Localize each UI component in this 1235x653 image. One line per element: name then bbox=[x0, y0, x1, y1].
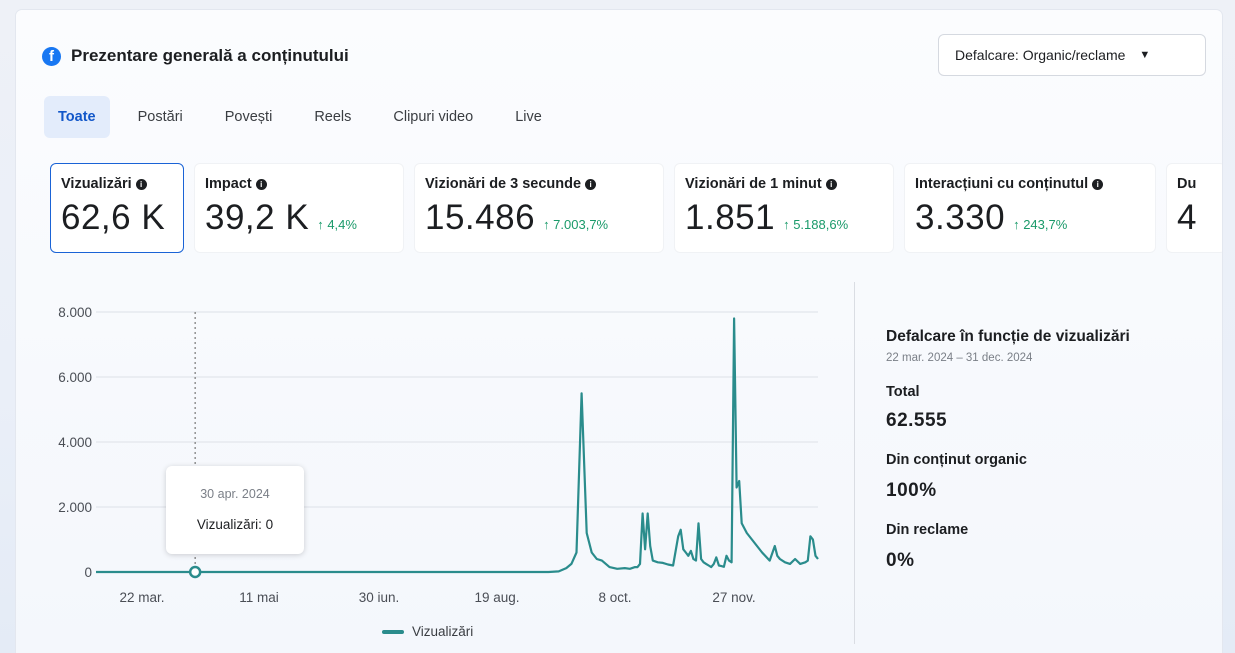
y-tick-label: 6.000 bbox=[58, 370, 92, 385]
metric-label: Interacțiuni cu conținutul bbox=[915, 176, 1089, 192]
metric-card-3s-views[interactable]: Vizionări de 3 secunde i 15.486 ↑ 7.003,7% bbox=[414, 163, 664, 253]
total-value: 62.555 bbox=[886, 410, 948, 431]
ads-value: 0% bbox=[886, 550, 915, 571]
views-line-chart: 8.000 6.000 4.000 2.000 0 22 mar. 11 mai 30 iun… bbox=[58, 305, 819, 605]
date-range: 22 mar. 2024 – 31 dec. 2024 bbox=[886, 352, 1033, 364]
metric-value: 39,2 K bbox=[205, 198, 310, 237]
info-icon[interactable]: i bbox=[825, 179, 837, 190]
chart-legend: Vizualizări bbox=[382, 624, 473, 639]
y-tick-label: 2.000 bbox=[58, 500, 92, 515]
caret-down-icon: ▼ bbox=[1139, 49, 1151, 61]
metric-label: Vizionări de 1 minut bbox=[685, 176, 822, 192]
legend-swatch bbox=[382, 629, 404, 634]
y-tick-label: 4.000 bbox=[58, 435, 92, 450]
metric-value: 15.486 bbox=[425, 198, 536, 237]
metric-label: Impact bbox=[205, 176, 252, 192]
x-tick-label: 11 mai bbox=[239, 590, 279, 605]
total-label: Total bbox=[886, 384, 920, 400]
x-tick-label: 30 iun. bbox=[359, 590, 400, 605]
ads-label: Din reclame bbox=[886, 522, 969, 538]
tab-live[interactable]: Live bbox=[501, 96, 556, 138]
breakdown-panel: Defalcare în funcție de vizualizări 22 m… bbox=[886, 328, 1216, 572]
metric-card-truncated[interactable]: Du 4 bbox=[1166, 163, 1222, 253]
metric-card-interactions[interactable]: Interacțiuni cu conținutul i 3.330 ↑ 243,7… bbox=[904, 163, 1156, 253]
metrics-row: Vizualizări i 62,6 K Impact i 39,2 K ↑ 4,4%… bbox=[50, 163, 1222, 253]
legend-label: Vizualizări bbox=[412, 624, 474, 639]
metric-card-views[interactable]: Vizualizări i 62,6 K bbox=[50, 163, 184, 253]
tab-videos[interactable]: Clipuri video bbox=[379, 96, 487, 138]
metric-value: 4 bbox=[1177, 198, 1197, 237]
x-tick-label: 27 nov. bbox=[712, 590, 755, 605]
chart-tooltip: 30 apr. 2024 Vizualizări: 0 bbox=[166, 466, 304, 554]
y-tick-label: 8.000 bbox=[58, 305, 92, 320]
info-icon[interactable]: i bbox=[585, 179, 597, 190]
divider bbox=[854, 282, 855, 644]
metric-card-reach[interactable]: Impact i 39,2 K ↑ 4,4% bbox=[194, 163, 404, 253]
tooltip-date: 30 apr. 2024 bbox=[200, 487, 270, 501]
organic-label: Din conținut organic bbox=[886, 452, 1027, 468]
metric-label: Du bbox=[1177, 176, 1197, 192]
x-tick-label: 19 aug. bbox=[474, 590, 519, 605]
metric-value: 3.330 bbox=[915, 198, 1006, 237]
hover-point bbox=[188, 565, 202, 579]
metric-card-1m-views[interactable]: Vizionări de 1 minut i 1.851 ↑ 5.188,6% bbox=[674, 163, 894, 253]
tab-stories[interactable]: Povești bbox=[211, 96, 287, 138]
metric-label: Vizualizări bbox=[61, 176, 132, 192]
tab-bar: Toate Postări Povești Reels Clipuri vide… bbox=[44, 96, 570, 138]
metric-value: 1.851 bbox=[685, 198, 776, 237]
metric-change: ↑ 7.003,7% bbox=[543, 217, 609, 232]
organic-value: 100% bbox=[886, 480, 937, 501]
breakdown-title: Defalcare în funcție de vizualizări bbox=[886, 328, 1130, 345]
y-tick-label: 0 bbox=[84, 565, 92, 580]
info-icon[interactable]: i bbox=[135, 179, 147, 190]
info-icon[interactable]: i bbox=[1092, 179, 1104, 190]
metric-change: ↑ 243,7% bbox=[1013, 217, 1068, 232]
metric-change: ↑ 4,4% bbox=[317, 217, 357, 232]
x-tick-label: 8 oct. bbox=[598, 590, 631, 605]
metric-change: ↑ 5.188,6% bbox=[783, 217, 849, 232]
x-tick-label: 22 mar. bbox=[119, 590, 164, 605]
facebook-icon: f bbox=[42, 46, 61, 66]
header: f Prezentare generală a conținutului bbox=[42, 46, 349, 66]
tab-all[interactable]: Toate bbox=[44, 96, 110, 138]
breakdown-label: Defalcare: Organic/reclame bbox=[955, 47, 1126, 63]
tab-reels[interactable]: Reels bbox=[300, 96, 365, 138]
info-icon[interactable]: i bbox=[255, 179, 267, 190]
metric-value: 62,6 K bbox=[61, 198, 166, 237]
metric-label: Vizionări de 3 secunde bbox=[425, 176, 582, 192]
breakdown-dropdown[interactable]: Defalcare: Organic/reclame ▼ bbox=[938, 34, 1206, 76]
tab-posts[interactable]: Postări bbox=[124, 96, 197, 138]
content-overview-card: f Prezentare generală a conținutului Def… bbox=[16, 10, 1222, 653]
page-title: Prezentare generală a conținutului bbox=[71, 46, 349, 65]
tooltip-value: Vizualizări: 0 bbox=[196, 517, 274, 532]
